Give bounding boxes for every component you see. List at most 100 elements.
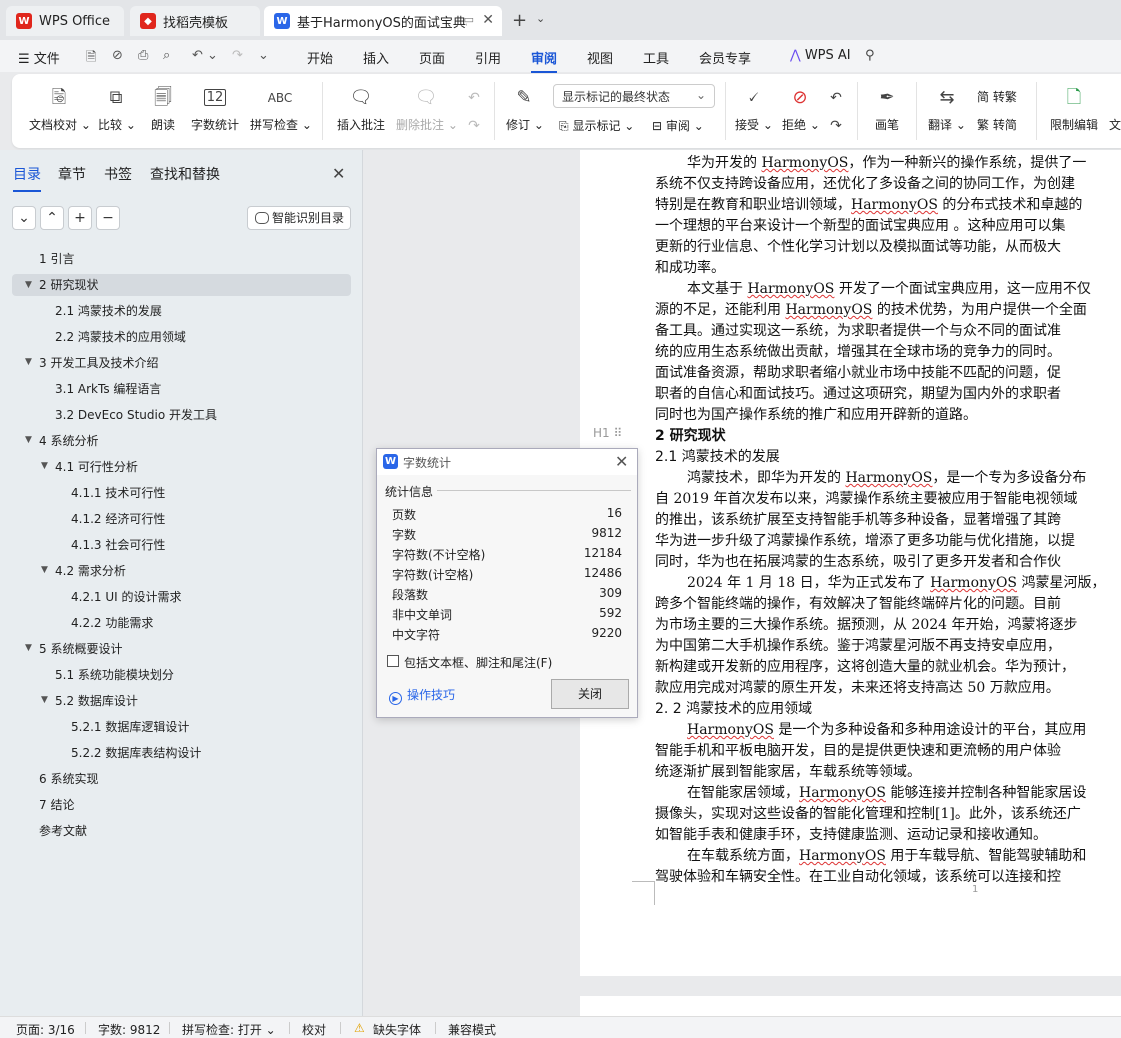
document-line[interactable]: 备工具。通过实现这一系统，为求职者提供一个与众不同的面试准 xyxy=(655,321,1061,342)
menu-reference[interactable]: 引用 xyxy=(475,48,501,67)
tab-template[interactable]: ◆ 找稻壳模板 xyxy=(130,6,260,36)
document-line[interactable]: 系统不仅支持跨设备应用，还优化了多设备之间的协同工作，为创建 xyxy=(655,174,1075,195)
spelling-flagged-word[interactable]: HarmonyOS xyxy=(845,470,932,486)
toc-item[interactable]: 3.1 ArkTs 编程语言 xyxy=(55,378,161,400)
to-traditional-button[interactable]: 简 转繁 xyxy=(977,88,1017,105)
accept-button[interactable]: 🗸 接受 ⌄ xyxy=(735,84,773,133)
toc-item[interactable]: 4.1.1 技术可行性 xyxy=(71,482,165,504)
document-line[interactable]: 华为进一步升级了鸿蒙操作系统，增添了更多功能与优化措施，以提 xyxy=(655,531,1075,552)
chevron-down-icon[interactable]: ⌄ xyxy=(536,12,545,25)
document-line[interactable]: HarmonyOS 是一个为多种设备和多种用途设计的平台，其应用 xyxy=(687,720,1086,741)
expand-arrow-icon[interactable]: ▼ xyxy=(25,643,32,653)
close-button[interactable]: 关闭 xyxy=(551,679,629,709)
toc-item[interactable]: 2.2 鸿蒙技术的应用领域 xyxy=(55,326,186,348)
menu-tools[interactable]: 工具 xyxy=(643,48,669,67)
spelling-flagged-word[interactable]: HarmonyOS xyxy=(785,302,872,318)
link-icon[interactable]: ⊘ xyxy=(112,48,123,63)
document-line[interactable]: 面试准备资源，帮助求职者缩小就业市场中技能不匹配的问题，促 xyxy=(655,363,1061,384)
document-line[interactable]: 华为开发的 HarmonyOS，作为一种新兴的操作系统，提供了一 xyxy=(687,153,1086,174)
prev-change-button[interactable]: ↶ xyxy=(827,84,845,112)
menu-page[interactable]: 页面 xyxy=(419,48,445,67)
toc-item[interactable]: 6 系统实现 xyxy=(39,768,98,790)
tab-find-replace[interactable]: 查找和替换 xyxy=(150,164,220,184)
proofread-indicator[interactable]: 校对 xyxy=(302,1021,326,1038)
menu-start[interactable]: 开始 xyxy=(307,48,333,67)
toc-item[interactable]: 1 引言 xyxy=(39,248,74,270)
toc-item[interactable]: 参考文献 xyxy=(39,820,87,842)
proofread-button[interactable]: 🗟 文档校对 ⌄ xyxy=(29,84,91,133)
insert-comment-button[interactable]: 🗨 插入批注 xyxy=(335,84,387,133)
document-line[interactable]: 驾驶体验和车辆安全性。在工业自动化领域，该系统可以连接和控 xyxy=(655,867,1061,888)
tab-toc[interactable]: 目录 xyxy=(13,164,41,192)
redo-icon[interactable]: ↷ xyxy=(232,48,243,63)
tab-chapters[interactable]: 章节 xyxy=(58,164,86,184)
tab-document[interactable]: W 基于HarmonyOS的面试宝典a ▭ ✕ xyxy=(264,6,502,36)
read-aloud-button[interactable]: 🗐 朗读 xyxy=(149,84,177,133)
close-icon[interactable]: ✕ xyxy=(482,12,494,28)
toc-item[interactable]: 5.2.2 数据库表结构设计 xyxy=(71,742,201,764)
document-heading[interactable]: 2.1 鸿蒙技术的发展 xyxy=(655,447,780,468)
remove-heading-button[interactable]: − xyxy=(96,206,120,230)
undo-icon[interactable]: ↶ ⌄ xyxy=(192,48,218,63)
document-line[interactable]: 智能手机和平板电脑开发，目的是提供更快速和更流畅的用户体验 xyxy=(655,741,1061,762)
spelling-flagged-word[interactable]: HarmonyOS xyxy=(747,281,834,297)
spell-check-toggle[interactable]: 拼写检查: 打开 ⌄ xyxy=(182,1021,276,1038)
more-icon[interactable]: ⌄ xyxy=(258,48,269,63)
show-markup-button[interactable]: ⎘ 显示标记 ⌄ xyxy=(559,117,634,134)
next-change-button[interactable]: ↷ xyxy=(827,112,845,140)
document-heading[interactable]: 2 研究现状 xyxy=(655,426,726,447)
word-count-indicator[interactable]: 字数: 9812 xyxy=(98,1021,160,1038)
document-line[interactable]: 新构建或开发新的应用程序，这将创造大量的就业机会。华为预计， xyxy=(655,657,1075,678)
markup-mode-select[interactable]: 显示标记的最终状态 ⌄ xyxy=(553,84,715,108)
reject-button[interactable]: ⊘ 拒绝 ⌄ xyxy=(782,84,820,133)
expand-arrow-icon[interactable]: ▼ xyxy=(41,565,48,575)
missing-font-indicator[interactable]: 缺失字体 xyxy=(373,1021,421,1038)
save-icon[interactable]: 🗎 xyxy=(86,48,96,70)
spelling-flagged-word[interactable]: HarmonyOS xyxy=(930,575,1017,591)
document-line[interactable]: 自 2019 年首次发布以来，鸿蒙操作系统主要被应用于智能电视领域 xyxy=(655,489,1078,510)
expand-arrow-icon[interactable]: ▼ xyxy=(41,461,48,471)
toc-item[interactable]: 5.2 数据库设计 xyxy=(55,690,138,712)
expand-up-button[interactable]: ⌃ xyxy=(40,206,64,230)
include-textbox-checkbox[interactable] xyxy=(387,655,399,667)
toc-item[interactable]: ▼ 2 研究现状 xyxy=(12,274,351,296)
expand-arrow-icon[interactable]: ▼ xyxy=(41,695,48,705)
toc-item[interactable]: 4.2 需求分析 xyxy=(55,560,126,582)
include-textbox-label[interactable]: 包括文本框、脚注和尾注(F) xyxy=(404,654,552,671)
document-line[interactable]: 同时，华为也在拓展鸿蒙的生态系统，吸引了更多开发者和合作伙 xyxy=(655,552,1061,573)
document-line[interactable]: 如智能手表和健康手环，支持健康监测、运动记录和接收通知。 xyxy=(655,825,1047,846)
collapse-all-button[interactable]: ⌄ xyxy=(12,206,36,230)
file-menu[interactable]: ☰ 文件 xyxy=(18,48,60,67)
page-indicator[interactable]: 页面: 3/16 xyxy=(16,1021,75,1038)
translate-button[interactable]: ⇆ 翻译 ⌄ xyxy=(927,84,967,133)
toc-item[interactable]: 4.2.1 UI 的设计需求 xyxy=(71,586,182,608)
document-line[interactable]: 统逐渐扩展到智能家居，车载系统等领域。 xyxy=(655,762,921,783)
restrict-edit-button[interactable]: 🗋 限制编辑 xyxy=(1048,84,1100,133)
smart-toc-button[interactable]: 智能识别目录 xyxy=(247,206,351,230)
document-line[interactable]: 款应用完成对鸿蒙的原生开发，未来还将支持高达 50 万款应用。 xyxy=(655,678,1060,699)
compare-button[interactable]: ⧉ 比较 ⌄ xyxy=(98,84,136,133)
document-line[interactable]: 鸿蒙技术，即华为开发的 HarmonyOS，是一个专为多设备分布 xyxy=(687,468,1086,489)
document-line[interactable]: 一个理想的平台来设计一个新型的面试宝典应用 。这种应用可以集 xyxy=(655,216,1065,237)
wps-ai-button[interactable]: ⋀ WPS AI xyxy=(790,48,851,63)
spelling-flagged-word[interactable]: HarmonyOS xyxy=(851,197,938,213)
document-line[interactable]: 摄像头，实现对这些设备的智能化管理和控制[1]。此外，该系统还广 xyxy=(655,804,1081,825)
spelling-flagged-word[interactable]: HarmonyOS xyxy=(687,722,774,738)
print-preview-icon[interactable]: ⌕ xyxy=(163,48,170,63)
delete-comment-button[interactable]: 🗨 删除批注 ⌄ xyxy=(396,84,458,133)
monitor-icon[interactable]: ▭ xyxy=(464,13,474,26)
document-line[interactable]: 源的不足，还能利用 HarmonyOS 的技术优势，为用户提供一个全面 xyxy=(655,300,1087,321)
document-line[interactable]: 本文基于 HarmonyOS 开发了一个面试宝典应用，这一应用不仅 xyxy=(687,279,1091,300)
to-simplified-button[interactable]: 繁 转简 xyxy=(977,116,1017,133)
document-line[interactable]: 跨多个智能终端的操作，有效解决了智能终端碎片化的问题。目前 xyxy=(655,594,1061,615)
document-line[interactable]: 的推出，该系统扩展至支持智能手机等多种设备，显著增强了其跨 xyxy=(655,510,1061,531)
document-line[interactable]: 职者的自信心和面试技巧。通过这项研究，期望为国内外的求职者 xyxy=(655,384,1061,405)
close-icon[interactable]: ✕ xyxy=(332,164,345,183)
document-line[interactable]: 在智能家居领域，HarmonyOS 能够连接并控制各种智能家居设 xyxy=(687,783,1086,804)
toc-item[interactable]: 5.2.1 数据库逻辑设计 xyxy=(71,716,189,738)
new-tab-icon[interactable]: + xyxy=(512,10,527,31)
document-page-next[interactable] xyxy=(580,996,1121,1016)
document-line[interactable]: 和成功率。 xyxy=(655,258,725,279)
document-line[interactable]: 统的应用生态系统做出贡献，增强其在全球市场的竞争力的同时。 xyxy=(655,342,1061,363)
document-line[interactable]: 特别是在教育和职业培训领域，HarmonyOS 的分布式技术和卓越的 xyxy=(655,195,1082,216)
